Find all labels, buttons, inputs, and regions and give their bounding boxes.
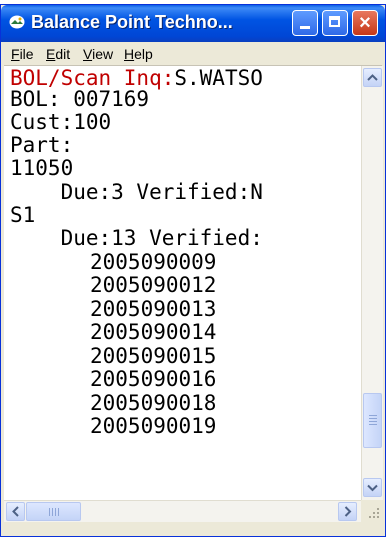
serial-number: 2005090014 — [90, 320, 217, 344]
close-button[interactable]: × — [352, 10, 378, 36]
serial-number: 2005090018 — [90, 391, 217, 415]
sub-part: S1 — [10, 203, 36, 227]
resize-grip-icon — [369, 508, 379, 518]
chevron-left-icon — [12, 506, 19, 517]
scroll-right-button[interactable] — [338, 502, 357, 521]
customer-line: Cust:100 — [10, 110, 112, 134]
maximize-button[interactable] — [322, 10, 348, 36]
close-icon: × — [359, 12, 371, 34]
scroll-up-button[interactable] — [363, 68, 382, 87]
menu-view[interactable]: View — [83, 46, 113, 62]
serial-number: 2005090016 — [90, 367, 217, 391]
app-window: Balance Point Techno... × File Edit View… — [0, 4, 386, 537]
vertical-scrollbar[interactable] — [361, 66, 383, 500]
menu-help[interactable]: Help — [124, 46, 153, 62]
horizontal-scrollbar[interactable] — [4, 500, 361, 522]
minimize-button[interactable] — [292, 10, 318, 36]
part-label: Part: — [10, 133, 74, 157]
serial-number: 2005090019 — [90, 414, 217, 438]
bol-line: BOL: 007169 — [10, 87, 150, 111]
serial-number: 2005090013 — [90, 297, 217, 321]
part-number: 11050 — [10, 156, 74, 180]
vertical-scroll-thumb[interactable] — [363, 393, 382, 448]
chevron-right-icon — [344, 506, 352, 517]
screen-content: BOL/Scan Inq:S.WATSO BOL: 007169 Cust:10… — [4, 66, 362, 500]
serial-number: 2005090012 — [90, 273, 217, 297]
menu-file[interactable]: File — [11, 46, 34, 62]
chevron-up-icon — [367, 74, 378, 81]
terminal-screen[interactable]: BOL/Scan Inq:S.WATSO BOL: 007169 Cust:10… — [4, 66, 383, 500]
window-title: Balance Point Techno... — [31, 12, 233, 32]
menu-edit[interactable]: Edit — [46, 46, 70, 62]
header-line: BOL/Scan Inq:S.WATSO — [10, 67, 263, 89]
user-name: S.WATSO — [174, 66, 263, 90]
serial-number: 2005090009 — [90, 250, 217, 274]
due-line-1: Due:3 Verified:N — [10, 180, 263, 204]
app-icon — [9, 15, 25, 29]
chevron-down-icon — [367, 484, 378, 492]
scroll-down-button[interactable] — [363, 478, 382, 497]
title-bar[interactable]: Balance Point Techno... × — [1, 5, 385, 42]
scroll-left-button[interactable] — [6, 502, 25, 521]
horizontal-scroll-thumb[interactable] — [26, 502, 81, 521]
menu-bar: File Edit View Help — [4, 43, 382, 66]
due-line-2: Due:13 Verified: — [10, 226, 263, 250]
serial-number: 2005090015 — [90, 344, 217, 368]
resize-grip[interactable] — [361, 500, 382, 521]
